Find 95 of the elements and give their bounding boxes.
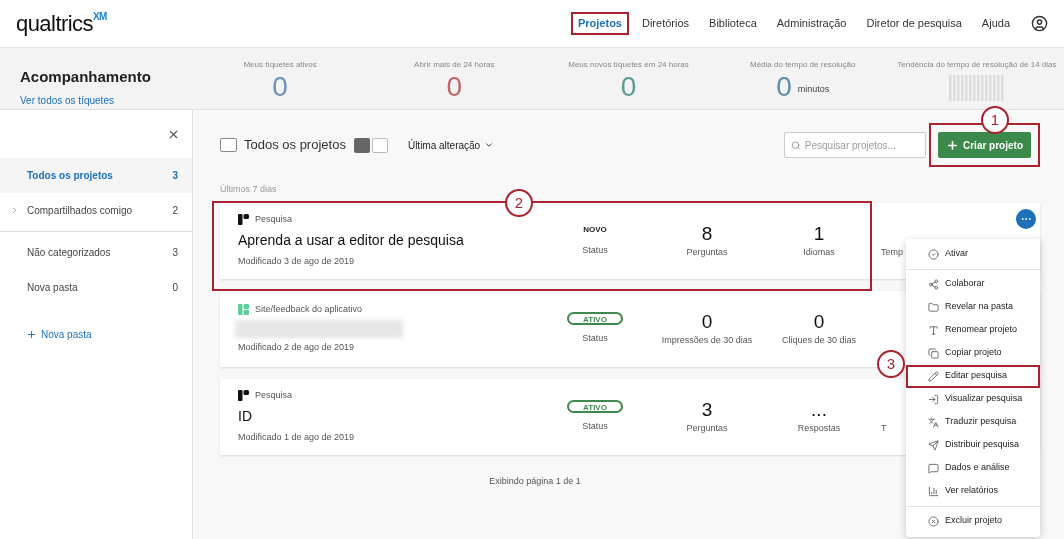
menu-item[interactable]: Renomear projeto bbox=[906, 318, 1040, 342]
menu-item[interactable]: Distribuir pesquisa bbox=[906, 433, 1040, 457]
metric-value: 0 bbox=[701, 309, 713, 334]
menu-item[interactable]: Excluir projeto bbox=[906, 509, 1040, 533]
select-all-checkbox[interactable] bbox=[220, 138, 237, 152]
stat-value: 0 bbox=[776, 71, 792, 103]
stat-value: 0 bbox=[446, 71, 463, 103]
step-number-callout: 3 bbox=[877, 350, 905, 378]
metric-value: 0 bbox=[813, 309, 825, 334]
search-field[interactable]: Pesquisar projetos... bbox=[784, 132, 926, 158]
check-circle-icon bbox=[928, 248, 939, 260]
profile-icon[interactable] bbox=[1031, 15, 1048, 32]
stat-label: Tendência do tempo de resolução de 14 dias bbox=[897, 59, 1057, 71]
menu-item[interactable]: Revelar na pasta bbox=[906, 295, 1040, 319]
menu-item[interactable]: Ver relatórios bbox=[906, 479, 1040, 503]
plus-icon bbox=[26, 329, 37, 340]
modified-date: Modificado 2 de ago de 2019 bbox=[238, 340, 356, 354]
metric-value: 3 bbox=[701, 397, 713, 422]
modified-date: Modificado 1 de ago de 2019 bbox=[238, 431, 356, 444]
stat-value: 0 bbox=[620, 71, 637, 103]
speech-bubble-icon bbox=[928, 462, 939, 474]
modified-date: Modificado 3 de ago de 2019 bbox=[238, 255, 356, 268]
step-number-callout: 1 bbox=[981, 106, 1009, 134]
menu-item[interactable]: Visualizar pesquisa bbox=[906, 387, 1040, 411]
more-options-button[interactable] bbox=[1016, 208, 1036, 229]
create-project-button[interactable]: Criar projeto bbox=[938, 132, 1031, 158]
menu-item[interactable]: Traduzir pesquisa bbox=[906, 410, 1040, 434]
status-label: Status bbox=[582, 243, 608, 257]
nav-tab[interactable]: Diretor de pesquisa bbox=[859, 12, 969, 35]
nav-tab[interactable]: Ajuda bbox=[974, 12, 1017, 35]
share-icon bbox=[928, 278, 939, 290]
metric-label: Idiomas bbox=[803, 245, 835, 259]
nav-tab[interactable]: Diretórios bbox=[635, 12, 697, 35]
menu-item[interactable]: Ativar bbox=[906, 242, 1040, 266]
step-number-callout: 2 bbox=[505, 189, 533, 217]
status-text: NOVO bbox=[583, 223, 607, 236]
section-label: Últimos 7 dias bbox=[220, 183, 278, 196]
stat-label: Meus novos tíquetes em 24 horas bbox=[568, 59, 689, 71]
project-type-label: Site/feedback do aplicativo bbox=[255, 303, 363, 316]
enter-icon bbox=[928, 393, 939, 405]
metric-value: 1 bbox=[813, 221, 825, 246]
page-title: Todos os projetos bbox=[244, 136, 346, 155]
stat-value: 0 bbox=[272, 71, 288, 103]
menu-item[interactable]: Copiar projeto bbox=[906, 341, 1040, 365]
nav-tab[interactable]: Projetos bbox=[570, 12, 629, 35]
plus-icon bbox=[946, 138, 959, 152]
project-type-label: Pesquisa bbox=[255, 212, 293, 226]
chevron-down-icon bbox=[484, 140, 495, 150]
survey-type-icon bbox=[238, 213, 249, 225]
folder-icon bbox=[928, 301, 939, 313]
metric-label: Perguntas bbox=[686, 245, 728, 259]
survey-type-icon bbox=[238, 389, 249, 401]
metric-label: T bbox=[881, 421, 887, 435]
metric-label: Temp bbox=[881, 245, 903, 259]
stat-unit: minutos bbox=[797, 82, 830, 96]
new-folder-link[interactable]: Nova pasta bbox=[26, 327, 192, 342]
bar-chart-icon bbox=[928, 485, 939, 497]
folder-item[interactable]: Compartilhados comigo 2 bbox=[0, 193, 192, 228]
stat-label: Média do tempo de resolução bbox=[750, 59, 856, 71]
pencil-icon bbox=[928, 370, 939, 382]
translate-icon bbox=[928, 416, 939, 428]
sort-dropdown[interactable]: Última alteração bbox=[407, 137, 495, 153]
metric-label: Cliques de 30 dias bbox=[781, 333, 857, 347]
search-icon bbox=[791, 139, 801, 151]
folder-item[interactable]: Nova pasta 0 bbox=[0, 270, 192, 305]
metric-label: Respostas bbox=[797, 421, 841, 435]
project-type-label: Pesquisa bbox=[255, 388, 293, 402]
status-badge: ATIVO bbox=[567, 399, 623, 413]
status-label: Status bbox=[582, 331, 608, 345]
letter-icon bbox=[928, 324, 939, 336]
nav-tab[interactable]: Biblioteca bbox=[702, 12, 764, 35]
folder-item[interactable]: Todos os projetos 3 bbox=[0, 158, 192, 193]
view-tickets-link[interactable]: Ver todos os tíquetes bbox=[20, 92, 193, 108]
nav-tab[interactable]: Administração bbox=[769, 12, 854, 35]
copy-icon bbox=[928, 347, 939, 359]
delete-icon bbox=[928, 515, 939, 527]
folder-item[interactable]: Não categorizados 3 bbox=[0, 235, 192, 270]
card-view-icon[interactable] bbox=[353, 137, 370, 153]
project-name[interactable]: Aprenda a usar a editor de pesquisa bbox=[238, 230, 539, 251]
paper-plane-icon bbox=[928, 439, 939, 451]
menu-item[interactable]: Editar pesquisa bbox=[906, 364, 1040, 388]
metric-label: Impressões de 30 dias bbox=[661, 333, 753, 347]
pagination-text: Exibindo página 1 de 1 bbox=[489, 474, 581, 488]
status-badge: ATIVO bbox=[567, 311, 623, 325]
stat-label: Meus tíquetes ativos bbox=[243, 59, 317, 71]
site-type-icon bbox=[238, 304, 249, 316]
status-label: Status bbox=[582, 419, 608, 433]
metric-label: Perguntas bbox=[686, 421, 728, 435]
project-name[interactable]: ID bbox=[238, 406, 539, 427]
metric-value: 8 bbox=[701, 221, 713, 246]
metric-value: ... bbox=[811, 397, 827, 422]
stat-label: Abrir mais de 24 horas bbox=[414, 59, 495, 71]
search-input[interactable]: Pesquisar projetos... bbox=[804, 137, 919, 153]
menu-item[interactable]: Dados e análise bbox=[906, 456, 1040, 480]
tracking-title: Acompanhamento bbox=[20, 67, 152, 87]
